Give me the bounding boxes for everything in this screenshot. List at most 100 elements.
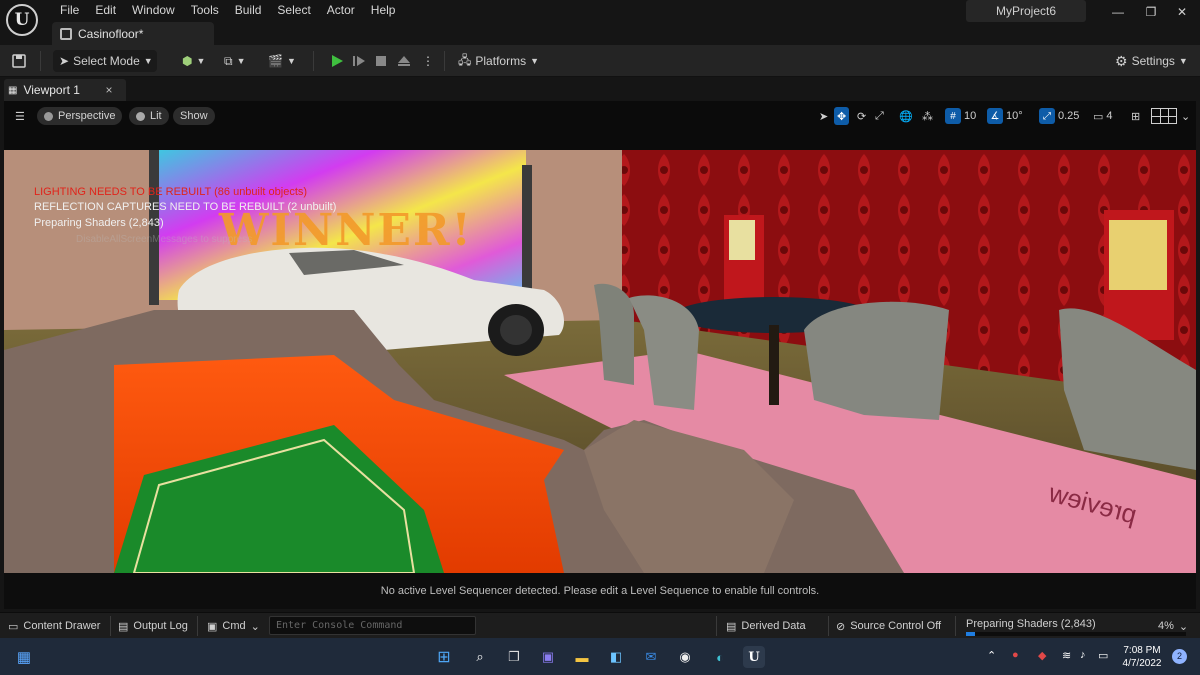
content-drawer-button[interactable]: ▭ Content Drawer xyxy=(8,618,100,634)
chevron-down-icon: ▼ xyxy=(1178,56,1188,66)
scale-tool-icon[interactable]: ⤢ xyxy=(872,107,887,125)
source-control-label: Source Control Off xyxy=(850,620,942,632)
lighting-warning: LIGHTING NEEDS TO BE REBUILT (86 unbuilt… xyxy=(34,186,308,198)
menu-tools[interactable]: Tools xyxy=(183,2,227,20)
rotation-snap-value: 10° xyxy=(1006,110,1023,122)
grid-snap-button[interactable]: # 10 xyxy=(942,107,979,125)
divider xyxy=(197,616,198,636)
save-icon[interactable] xyxy=(12,50,26,72)
chevron-up-icon[interactable]: ⌃ xyxy=(987,649,996,662)
settings-label: Settings xyxy=(1131,54,1175,68)
tab-casinofloor[interactable]: Casinofloor* xyxy=(52,22,214,45)
rotation-snap-button[interactable]: ∡ 10° xyxy=(984,107,1026,125)
select-mode-button[interactable]: ➤ Select Mode ▼ xyxy=(53,50,157,72)
platforms-button[interactable]: 🖧 Platforms ▼ xyxy=(458,50,539,72)
camera-speed-button[interactable]: ▭ 4 xyxy=(1090,107,1116,125)
no-entry-icon: ⊘ xyxy=(836,620,846,633)
cinematics-button[interactable]: 🎬 ▼ xyxy=(268,50,296,72)
viewport-toolbar: ☰ Perspective Lit Show ➤ ✥ ⟳ ⤢ 🌐 ⁂ # 10 … xyxy=(4,101,1196,131)
play-button[interactable] xyxy=(330,50,344,72)
perspective-icon xyxy=(44,111,53,121)
edge-icon[interactable]: ◐ xyxy=(709,646,731,668)
progress-percent: 4% xyxy=(1158,620,1174,632)
store-icon[interactable]: ◧ xyxy=(605,646,627,668)
mail-icon[interactable]: ✉ xyxy=(640,646,662,668)
more-options-icon[interactable]: ⋮ xyxy=(422,50,434,72)
output-log-button[interactable]: ▤ Output Log xyxy=(118,618,188,634)
progress-fill xyxy=(966,632,975,636)
unreal-logo-icon[interactable]: U xyxy=(6,4,38,36)
github-icon[interactable]: ◉ xyxy=(674,646,696,668)
chevron-down-icon[interactable]: ⌄ xyxy=(1178,107,1193,125)
clock-date: 4/7/2022 xyxy=(1122,658,1162,669)
tab-viewport-1[interactable]: ▦ Viewport 1 × xyxy=(4,79,126,101)
show-label: Show xyxy=(180,110,208,122)
notification-badge[interactable]: 2 xyxy=(1172,649,1187,664)
viewport-icon: ▦ xyxy=(8,84,18,96)
maximize-viewport-icon[interactable]: ⊞ xyxy=(1128,107,1143,125)
divider xyxy=(828,616,829,636)
toolbar-divider xyxy=(313,51,314,71)
blueprint-icon: ⧉ xyxy=(224,53,233,68)
file-explorer-icon[interactable]: ▬ xyxy=(571,646,593,668)
show-button[interactable]: Show xyxy=(173,107,215,125)
source-control-button[interactable]: ⊘ Source Control Off xyxy=(836,618,941,634)
menu-edit[interactable]: Edit xyxy=(87,2,124,20)
output-log-label: Output Log xyxy=(133,620,188,632)
blueprint-button[interactable]: ⧉ ▼ xyxy=(224,50,246,72)
minimize-button[interactable]: — xyxy=(1108,4,1128,20)
menu-window[interactable]: Window xyxy=(124,2,183,20)
start-icon[interactable]: ⊞ xyxy=(433,646,455,668)
task-view-icon[interactable]: ❐ xyxy=(503,646,525,668)
eject-button[interactable] xyxy=(397,50,411,72)
status-bar: ▭ Content Drawer ▤ Output Log ▣ Cmd ⌄ En… xyxy=(0,612,1200,638)
app-tray-icon[interactable]: ◆ xyxy=(1038,649,1046,662)
hamburger-menu-icon[interactable]: ☰ xyxy=(12,107,28,125)
platforms-icon: 🖧 xyxy=(458,52,472,67)
close-tab-icon[interactable]: × xyxy=(105,83,112,97)
rotate-tool-icon[interactable]: ⟳ xyxy=(854,107,869,125)
advance-frame-button[interactable] xyxy=(352,50,366,72)
stop-button[interactable] xyxy=(375,50,387,72)
menu-file[interactable]: File xyxy=(52,2,87,20)
unreal-editor-taskbar-icon[interactable]: U xyxy=(743,646,765,668)
lit-button[interactable]: Lit xyxy=(129,107,169,125)
menu-actor[interactable]: Actor xyxy=(319,2,363,20)
search-icon[interactable]: ⌕ xyxy=(469,646,491,668)
menu-build[interactable]: Build xyxy=(227,2,270,20)
clock-time: 7:08 PM xyxy=(1123,645,1161,656)
console-input[interactable]: Enter Console Command xyxy=(269,616,476,635)
widgets-icon[interactable]: ▦ xyxy=(13,646,35,668)
battery-icon[interactable]: ▭ xyxy=(1098,649,1108,662)
clock[interactable]: 7:08 PM 4/7/2022 xyxy=(1120,644,1164,670)
menu-help[interactable]: Help xyxy=(363,2,404,20)
cmd-button[interactable]: ▣ Cmd ⌄ xyxy=(207,618,260,634)
toolbar-divider xyxy=(444,51,445,71)
surface-snap-icon[interactable]: ⁂ xyxy=(919,107,936,125)
progress-bar xyxy=(966,632,1186,636)
wifi-icon[interactable]: ≋ xyxy=(1062,649,1071,662)
translate-tool-icon[interactable]: ✥ xyxy=(834,107,850,125)
windows-taskbar: ▦ ⊞ ⌕ ❐ ▣ ▬ ◧ ✉ ◉ ◐ U ⌃ ● ◆ ≋ ♪ ▭ 7:08 P… xyxy=(0,638,1200,675)
chat-icon[interactable]: ▣ xyxy=(537,646,559,668)
gear-icon: ⚙ xyxy=(1115,52,1128,69)
world-space-icon[interactable]: 🌐 xyxy=(896,107,916,125)
tab-label: Casinofloor* xyxy=(78,26,144,41)
volume-icon[interactable]: ♪ xyxy=(1080,649,1086,661)
antivirus-icon[interactable]: ● xyxy=(1012,649,1019,661)
disable-messages-hint: DisableAllScreenMessages to suppress xyxy=(76,234,253,245)
add-actor-button[interactable]: ⬢ ▼ xyxy=(182,50,205,72)
select-tool-icon[interactable]: ➤ xyxy=(816,107,831,125)
close-button[interactable]: ✕ xyxy=(1172,4,1192,20)
maximize-button[interactable]: ❐ xyxy=(1141,4,1161,20)
derived-data-button[interactable]: ▤ Derived Data xyxy=(726,618,806,634)
scale-snap-button[interactable]: ⤢ 0.25 xyxy=(1036,107,1082,125)
main-toolbar: ➤ Select Mode ▼ ⬢ ▼ ⧉ ▼ 🎬 ▼ ⋮ 🖧 Platforms ▼… xyxy=(0,45,1200,77)
layout-icon[interactable] xyxy=(1148,107,1180,125)
menu-select[interactable]: Select xyxy=(269,2,318,20)
settings-button[interactable]: ⚙ Settings ▼ xyxy=(1115,50,1188,72)
viewport-scene[interactable]: preview WINNER! LIGHTING NEEDS TO BE REB… xyxy=(4,150,1196,573)
perspective-button[interactable]: Perspective xyxy=(37,107,123,125)
derived-data-label: Derived Data xyxy=(741,620,806,632)
chevron-down-icon: ⌄ xyxy=(1178,620,1189,633)
